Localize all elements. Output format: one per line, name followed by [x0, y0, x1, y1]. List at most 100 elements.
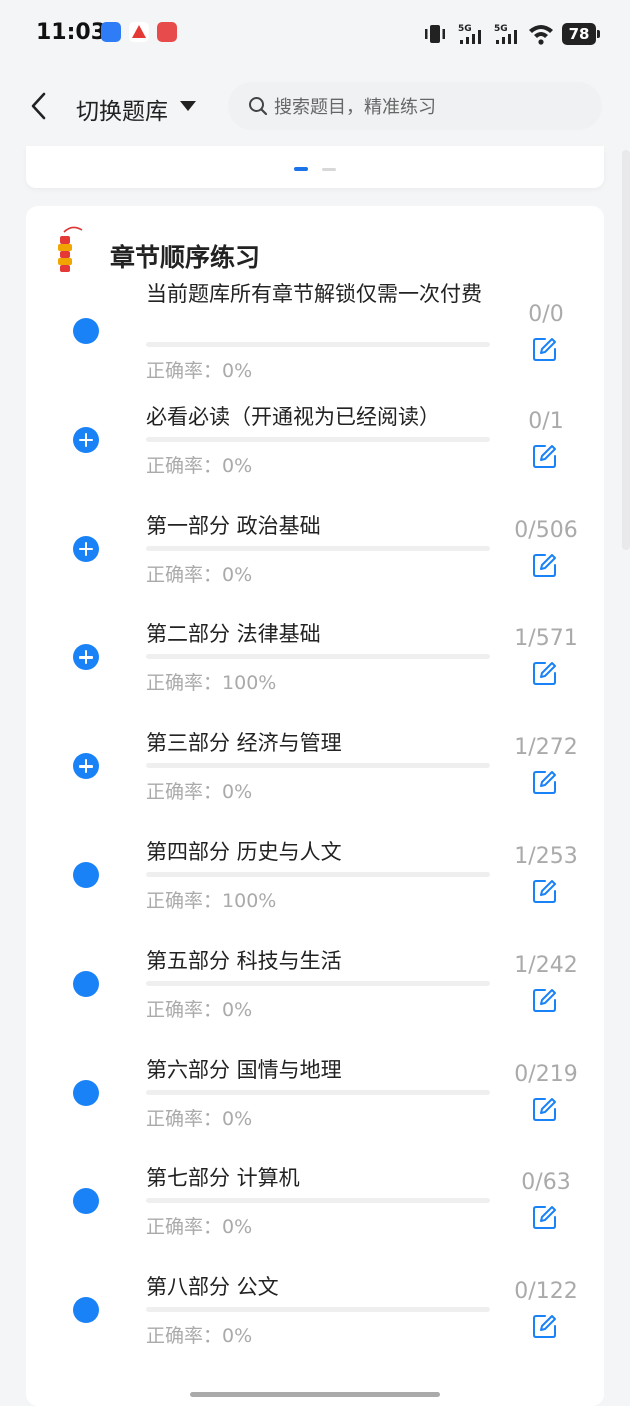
expand-plus-icon[interactable] — [73, 753, 99, 780]
chapter-title[interactable]: 必看必读（开通视为已经阅读） — [146, 403, 496, 431]
app-notification-icon — [157, 22, 177, 42]
chapter-row[interactable]: 第四部分 历史与人文 正确率：100% 1/253 — [26, 838, 604, 946]
top-navigation-bar: 切换题库 搜索题目，精准练习 — [0, 68, 630, 146]
chapter-progress-count: 0/506 — [514, 517, 578, 543]
search-bar[interactable]: 搜索题目，精准练习 — [228, 82, 602, 130]
chapter-progress-bar — [146, 654, 490, 660]
chapter-row[interactable]: 必看必读（开通视为已经阅读） 正确率：0% 0/1 — [26, 403, 604, 511]
chapter-title[interactable]: 第一部分 政治基础 — [146, 512, 496, 540]
accuracy-label: 正确率： — [146, 1107, 223, 1130]
status-time: 11:03 — [36, 20, 107, 45]
carousel-indicator — [322, 168, 336, 171]
chapter-accuracy: 正确率：0% — [146, 777, 252, 804]
edit-practice-icon[interactable] — [532, 1096, 558, 1122]
accuracy-label: 正确率： — [146, 454, 223, 477]
edit-practice-icon[interactable] — [532, 769, 558, 795]
chapter-row[interactable]: 第七部分 计算机 正确率：0% 0/63 — [26, 1164, 604, 1272]
accuracy-value: 0% — [222, 563, 253, 586]
chapter-row[interactable]: 第六部分 国情与地理正确率：0% 0/219 — [26, 1056, 604, 1164]
chapter-dot-icon — [73, 970, 99, 997]
chapter-row[interactable]: 第二部分 法律基础 正确率：100% 1/571 — [26, 620, 604, 728]
chapter-accuracy: 正确率：0% — [146, 1212, 252, 1239]
chapter-title[interactable]: 第八部分 公文 — [146, 1273, 496, 1301]
accuracy-label: 正确率： — [146, 998, 223, 1021]
banner-card — [26, 146, 604, 188]
accuracy-label: 正确率： — [146, 1325, 223, 1348]
app-notification-icon — [101, 22, 121, 42]
expand-plus-icon[interactable] — [73, 644, 99, 671]
accuracy-value: 100% — [222, 672, 277, 695]
chapter-dot-icon — [73, 1297, 99, 1324]
chapter-row[interactable]: 第五部分 科技与生活 正确率：0% 1/242 — [26, 947, 604, 1055]
accuracy-value: 0% — [222, 1216, 253, 1239]
edit-practice-icon[interactable] — [532, 987, 558, 1013]
edit-practice-icon[interactable] — [532, 336, 558, 362]
switch-question-bank-button[interactable]: 切换题库 — [76, 92, 168, 126]
accuracy-value: 100% — [222, 890, 277, 912]
chapter-accuracy: 正确率：0% — [146, 560, 252, 587]
chapter-progress-count: 0/0 — [528, 302, 564, 327]
search-icon — [249, 97, 268, 116]
edit-practice-icon[interactable] — [532, 443, 558, 469]
chapter-title[interactable]: 第三部分 经济与管理 — [146, 729, 496, 757]
chapter-title[interactable]: 当前题库所有章节解锁仅需一次付费 — [146, 280, 496, 308]
chapter-dot-icon — [73, 318, 99, 344]
chapter-progress-count: 1/253 — [514, 844, 578, 869]
chapter-accuracy: 正确率：0% — [146, 1321, 252, 1348]
home-indicator[interactable] — [190, 1392, 440, 1397]
accuracy-label: 正确率： — [146, 1216, 223, 1239]
section-title: 章节顺序练习 — [110, 243, 261, 272]
chapter-title[interactable]: 第七部分 计算机 — [146, 1164, 496, 1192]
adjacent-card-edge — [622, 150, 630, 550]
edit-practice-icon[interactable] — [532, 660, 558, 686]
accuracy-label: 正确率： — [146, 672, 223, 695]
chapter-progress-count: 0/122 — [514, 1279, 578, 1305]
chapter-row[interactable]: 第八部分 公文 正确率：0% 0/122 — [26, 1273, 604, 1381]
app-notification-icon — [129, 22, 149, 42]
chapter-progress-bar — [146, 545, 490, 551]
vibrate-icon — [425, 25, 445, 43]
chapter-progress-count: 0/219 — [514, 1061, 578, 1087]
expand-plus-icon[interactable] — [73, 535, 99, 562]
system-icons: 5G 5G 78 — [422, 20, 600, 48]
chapter-title[interactable]: 第二部分 法律基础 — [146, 620, 496, 648]
chapter-accuracy: 正确率：100% — [146, 886, 276, 913]
chapter-dot-icon — [73, 862, 99, 888]
chapter-accuracy: 正确率：100% — [146, 668, 276, 695]
accuracy-value: 0% — [222, 454, 253, 477]
search-placeholder[interactable]: 搜索题目，精准练习 — [274, 93, 436, 119]
accuracy-value: 0% — [222, 1107, 253, 1130]
chapter-row[interactable]: 当前题库所有章节解锁仅需一次付费 正确率：0% 0/0 — [26, 280, 604, 388]
accuracy-label: 正确率： — [146, 890, 223, 912]
chapter-accuracy: 正确率：0% — [146, 995, 252, 1022]
expand-plus-icon[interactable] — [73, 426, 99, 453]
chapter-progress-count: 1/242 — [514, 952, 578, 978]
chapter-progress-count: 1/272 — [514, 735, 578, 761]
chapter-title[interactable]: 第四部分 历史与人文 — [146, 838, 496, 866]
edit-practice-icon[interactable] — [532, 878, 558, 904]
chapter-accuracy: 正确率：0% — [146, 451, 252, 478]
firecracker-icon — [58, 226, 83, 272]
svg-text:5G: 5G — [458, 24, 472, 34]
chapter-progress-count: 0/63 — [521, 1170, 571, 1196]
chapter-progress-bar — [146, 342, 490, 347]
edit-practice-icon[interactable] — [532, 1204, 558, 1230]
chapter-accuracy: 正确率：0% — [146, 356, 252, 383]
accuracy-label: 正确率： — [146, 781, 223, 804]
chapter-practice-card: 章节顺序练习 当前题库所有章节解锁仅需一次付费 正确率：0% 0/0 必看必读（开通视… — [26, 206, 604, 1406]
chapter-progress-count: 0/1 — [528, 408, 564, 434]
edit-practice-icon[interactable] — [532, 552, 558, 578]
accuracy-value: 0% — [222, 360, 253, 382]
back-arrow-icon[interactable] — [26, 90, 54, 122]
status-bar: 11:03 5G 5G 78 — [0, 0, 630, 68]
chapter-progress-bar — [146, 436, 490, 442]
chapter-title[interactable]: 第六部分 国情与地理 — [146, 1056, 496, 1084]
edit-practice-icon[interactable] — [532, 1313, 558, 1339]
dropdown-caret-icon[interactable] — [180, 101, 196, 111]
chapter-dot-icon — [73, 1188, 99, 1215]
chapter-row[interactable]: 第一部分 政治基础 正确率：0% 0/506 — [26, 512, 604, 620]
chapter-row[interactable]: 第三部分 经济与管理 正确率：0% 1/272 — [26, 729, 604, 837]
chapter-progress-bar — [146, 980, 490, 986]
signal-5g-icon: 5G — [458, 24, 481, 44]
chapter-title[interactable]: 第五部分 科技与生活 — [146, 947, 496, 975]
